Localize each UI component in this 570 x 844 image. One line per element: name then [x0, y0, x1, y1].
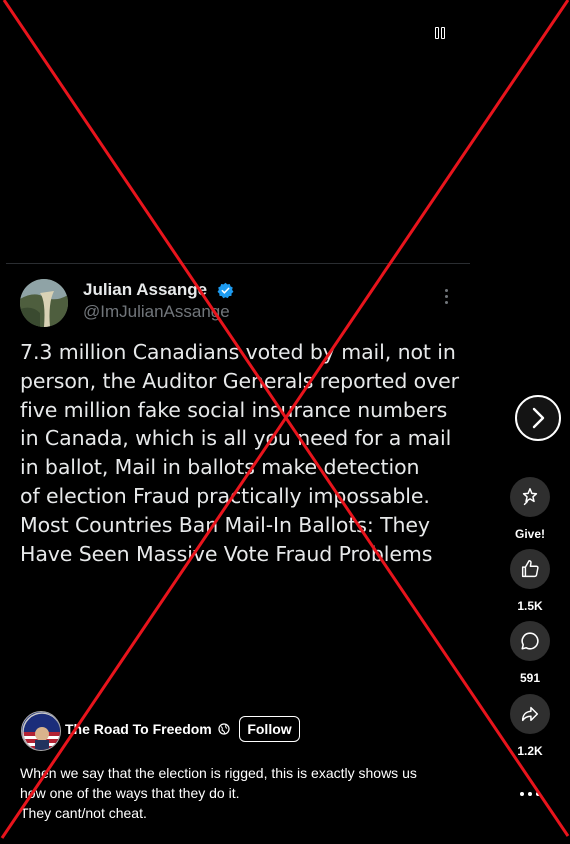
more-options-icon[interactable]	[441, 289, 451, 305]
comment-icon	[510, 621, 550, 661]
tweet-text: 7.3 million Canadians voted by mail, not…	[20, 338, 465, 568]
divider	[6, 263, 470, 264]
comment-count: 591	[519, 671, 541, 685]
caption-line: how one of the ways that they do it.	[20, 785, 240, 801]
chevron-right-icon	[532, 407, 545, 429]
verified-badge-icon	[217, 282, 234, 299]
tweet-text-line: 7.3 million Canadians voted by mail, not…	[20, 340, 456, 364]
tweet-author-name: Julian Assange	[83, 280, 208, 299]
tweet-author-handle: @ImJulianAssange	[83, 302, 230, 321]
share-icon	[510, 694, 550, 734]
like-button[interactable]: 1.5K	[509, 549, 551, 613]
post-caption: When we say that the election is rigged,…	[20, 763, 417, 823]
more-horizontal-icon[interactable]	[520, 790, 540, 798]
tweet-text-line: in ballot, Mail in ballots make detectio…	[20, 455, 420, 480]
tweet-text-line: of election Fraud practically impossable…	[20, 483, 430, 508]
thumbs-up-icon	[510, 549, 550, 589]
globe-icon	[218, 722, 230, 735]
like-count: 1.5K	[517, 599, 543, 613]
share-button[interactable]: 1.2K	[509, 694, 551, 758]
follow-button[interactable]: Follow	[239, 716, 300, 742]
tweet-text-line: five million fake social insurance numbe…	[20, 397, 448, 422]
page-avatar[interactable]	[21, 711, 61, 751]
tweet-text-line: Most Countries Ban Mail-In Ballots: They	[20, 512, 430, 537]
tweet-author-avatar	[20, 279, 68, 327]
tweet-text-line: Have Seen Massive Vote Fraud Problems	[20, 541, 433, 566]
caption-line: When we say that the election is rigged,…	[20, 765, 417, 781]
give-icon	[510, 477, 550, 517]
give-label: Give!	[514, 527, 545, 541]
comment-button[interactable]: 591	[509, 621, 551, 685]
next-reel-button[interactable]	[515, 395, 561, 441]
page-name[interactable]: The Road To Freedom	[65, 721, 212, 737]
share-count: 1.2K	[517, 744, 543, 758]
tweet-text-line: person, the Auditor Generals reported ov…	[20, 368, 459, 393]
give-button[interactable]: Give!	[509, 477, 551, 541]
tweet-text-line: in Canada, which is all you need for a m…	[20, 426, 452, 451]
caption-line: They cant/not cheat.	[20, 805, 147, 821]
pause-icon[interactable]	[435, 27, 447, 40]
